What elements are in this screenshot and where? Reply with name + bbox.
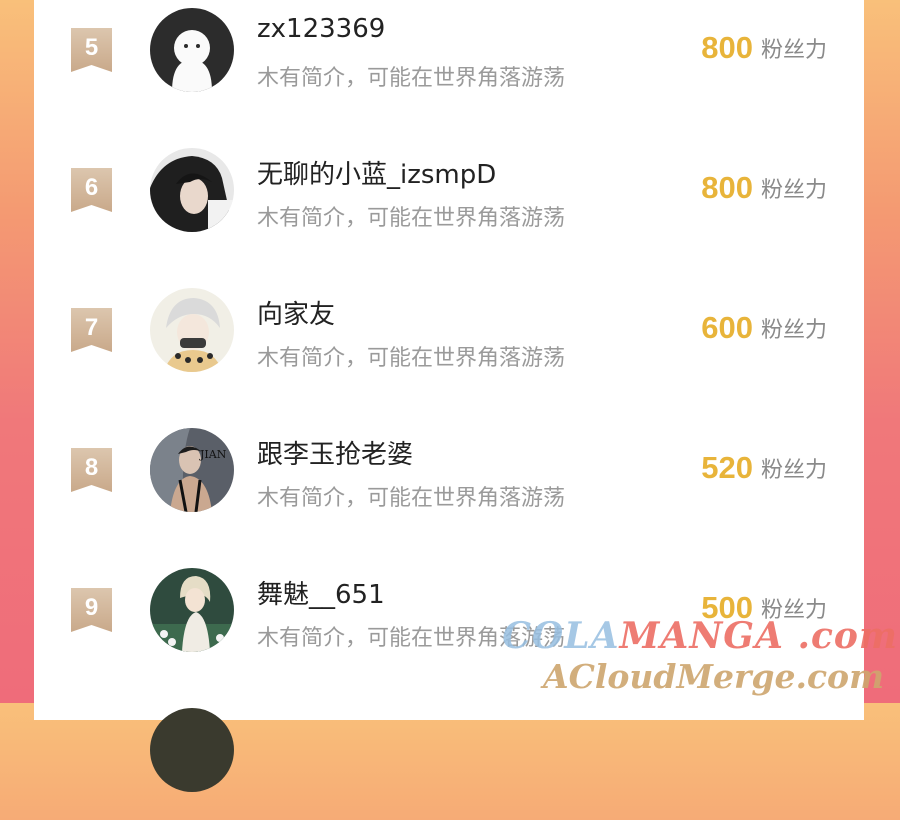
avatar[interactable] [150, 148, 234, 232]
avatar[interactable] [150, 708, 234, 792]
fan-power: 500 粉丝力 [701, 590, 827, 626]
list-item[interactable]: 6 无聊的小蓝_izsmpD 木有简介，可能在世界角落游荡 800 粉丝力 [34, 120, 864, 260]
avatar[interactable] [150, 8, 234, 92]
fan-power: 600 粉丝力 [701, 310, 827, 346]
fan-power-unit: 粉丝力 [760, 458, 827, 483]
avatar[interactable]: JIAN [150, 428, 234, 512]
rank-badge: 8 [71, 448, 112, 492]
avatar-photo-text: JIAN [199, 448, 227, 461]
list-item[interactable]: 5 zx123369 木有简介，可能在世界角落游荡 800 粉丝力 [34, 0, 864, 120]
fan-power: 520 粉丝力 [701, 450, 827, 486]
fan-power: 800 粉丝力 [701, 30, 827, 66]
fan-power-value: 800 [701, 170, 753, 205]
rank-badge: 7 [71, 308, 112, 352]
user-photo-icon [150, 568, 234, 652]
rank-badge: 9 [71, 588, 112, 632]
avatar[interactable] [150, 288, 234, 372]
avatar[interactable] [150, 568, 234, 652]
fan-power-value: 500 [701, 590, 753, 625]
user-photo-icon [150, 708, 234, 792]
fan-power-unit: 粉丝力 [760, 178, 827, 203]
user-name[interactable]: 舞魅__651 [257, 574, 385, 611]
list-item[interactable]: 7 向家友 木有简介，可能在世界角落游荡 600 粉丝力 [34, 260, 864, 400]
fan-power-unit: 粉丝力 [760, 598, 827, 623]
user-name[interactable]: 向家友 [257, 294, 335, 331]
user-name[interactable]: zx123369 [257, 14, 385, 44]
fans-ranking-list: 5 zx123369 木有简介，可能在世界角落游荡 800 粉丝力 6 无聊的小… [34, 0, 864, 792]
default-ghost-avatar-icon [150, 8, 234, 92]
user-name[interactable]: 无聊的小蓝_izsmpD [257, 154, 496, 191]
list-item[interactable]: 9 舞魅__651 木有简介，可能在世界角落游荡 500 粉丝力 [34, 540, 864, 680]
user-name[interactable]: 跟李玉抢老婆 [257, 434, 413, 471]
list-item[interactable]: 8 JIAN 跟李玉抢老婆 木有简介，可能在世界角落游荡 520 粉丝力 [34, 400, 864, 540]
fan-power-unit: 粉丝力 [760, 38, 827, 63]
user-bio: 木有简介，可能在世界角落游荡 [257, 626, 566, 651]
user-photo-icon: JIAN [150, 428, 234, 512]
user-bio: 木有简介，可能在世界角落游荡 [257, 66, 566, 91]
fan-power-value: 600 [701, 310, 753, 345]
rank-badge: 5 [71, 28, 112, 72]
list-item[interactable] [34, 680, 864, 820]
fan-power-value: 520 [701, 450, 753, 485]
rank-badge: 6 [71, 168, 112, 212]
user-bio: 木有简介，可能在世界角落游荡 [257, 206, 566, 231]
user-bio: 木有简介，可能在世界角落游荡 [257, 346, 566, 371]
fan-power-value: 800 [701, 30, 753, 65]
fan-power: 800 粉丝力 [701, 170, 827, 206]
user-photo-icon [150, 148, 234, 232]
user-photo-icon [150, 288, 234, 372]
user-bio: 木有简介，可能在世界角落游荡 [257, 486, 566, 511]
fan-power-unit: 粉丝力 [760, 318, 827, 343]
